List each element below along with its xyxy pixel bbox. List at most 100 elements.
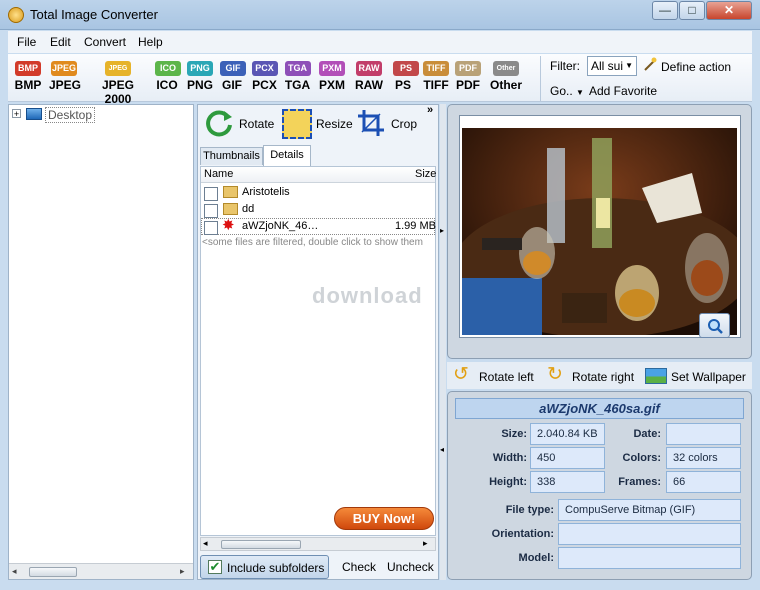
format-button-jpeg-2000[interactable]: JPEG 2000 JPEG 2000 <box>88 57 148 106</box>
filter-value: All sui <box>591 59 624 73</box>
ps-format-icon: PS <box>393 61 419 76</box>
file-name[interactable]: Aristotelis <box>242 186 290 198</box>
file-row-checkbox[interactable] <box>204 204 218 218</box>
menu-file[interactable]: File <box>17 35 36 49</box>
list-header: Name Size <box>201 167 436 183</box>
gif-format-icon: GIF <box>220 61 246 76</box>
format-label: GIF <box>222 78 242 92</box>
column-name[interactable]: Name <box>204 168 233 180</box>
splitter-arrow-icon[interactable]: ◂ <box>440 445 444 454</box>
wallpaper-icon <box>645 368 667 384</box>
orientation-label: Orientation: <box>491 528 554 540</box>
define-action-button[interactable]: Define action <box>661 60 731 74</box>
file-size: 1.99 MB <box>395 220 436 232</box>
column-size[interactable]: Size <box>415 168 436 180</box>
png-format-icon: PNG <box>187 61 213 76</box>
scroll-right-icon[interactable]: ▸ <box>423 538 428 549</box>
resize-button[interactable]: Resize <box>316 117 353 131</box>
include-subfolders-toggle[interactable]: ✔ Include subfolders <box>200 555 329 579</box>
scroll-thumb[interactable] <box>221 540 301 549</box>
pxm-format-icon: PXM <box>319 61 345 76</box>
tree-horizontal-scrollbar[interactable]: ◂ ▸ <box>9 563 193 579</box>
pane-splitter[interactable]: ▸ ◂ <box>440 104 446 580</box>
rotate-icon <box>204 108 234 138</box>
filter-label: Filter: <box>550 59 580 73</box>
format-button-other[interactable]: Other Other <box>488 57 524 92</box>
format-label: RAW <box>355 78 383 92</box>
buy-now-button[interactable]: BUY Now! <box>334 507 434 530</box>
scroll-left-icon[interactable]: ◂ <box>203 538 208 549</box>
file-name[interactable]: dd <box>242 203 254 215</box>
menu-help[interactable]: Help <box>138 35 163 49</box>
file-row-checkbox[interactable] <box>204 221 218 235</box>
format-button-tga[interactable]: TGA TGA <box>284 57 311 92</box>
file-type-label: File type: <box>505 504 554 516</box>
tree-item-desktop[interactable]: Desktop <box>45 107 96 123</box>
maximize-button[interactable]: □ <box>679 1 705 20</box>
format-label: PDF <box>456 78 480 92</box>
resize-icon <box>282 109 312 139</box>
crop-button[interactable]: Crop <box>391 117 417 131</box>
scroll-left-icon[interactable]: ◂ <box>12 566 17 577</box>
window-title: Total Image Converter <box>30 7 158 22</box>
file-row-checkbox[interactable] <box>204 187 218 201</box>
tab-details[interactable]: Details <box>263 145 311 166</box>
set-wallpaper-button[interactable]: Set Wallpaper <box>671 370 746 384</box>
format-button-bmp[interactable]: BMP BMP <box>14 57 42 92</box>
pcx-format-icon: PCX <box>251 61 278 76</box>
format-button-tiff[interactable]: TIFF TIFF <box>421 57 451 92</box>
file-type-value: CompuServe Bitmap (GIF) <box>558 499 741 521</box>
format-button-ico[interactable]: ICO ICO <box>155 57 181 92</box>
rotate-right-button[interactable]: Rotate right <box>572 370 634 384</box>
format-button-gif[interactable]: GIF GIF <box>220 57 246 92</box>
filtered-note[interactable]: <some files are filtered, double click t… <box>202 237 435 251</box>
add-favorite-button[interactable]: Add Favorite <box>589 84 657 98</box>
colors-value: 32 colors <box>666 447 741 469</box>
go-menu[interactable]: Go.. ▼ <box>550 84 584 98</box>
jpeg-2000-format-icon: JPEG 2000 <box>105 61 131 87</box>
more-actions-chevron-icon[interactable]: » <box>427 104 433 116</box>
rotate-left-button[interactable]: Rotate left <box>479 370 534 384</box>
tga-format-icon: TGA <box>284 61 311 76</box>
format-button-pcx[interactable]: PCX PCX <box>251 57 278 92</box>
format-button-ps[interactable]: PS PS <box>393 57 419 92</box>
height-value: 338 <box>530 471 605 493</box>
uncheck-button[interactable]: Uncheck <box>387 560 434 574</box>
width-value: 450 <box>530 447 605 469</box>
splitter-arrow-icon[interactable]: ▸ <box>440 226 444 235</box>
format-button-pdf[interactable]: PDF PDF <box>455 57 481 92</box>
menu-convert[interactable]: Convert <box>84 35 126 49</box>
jpeg-format-icon: JPEG <box>51 61 77 76</box>
format-label: BMP <box>14 78 42 92</box>
file-name[interactable]: aWZjoNK_46… <box>242 220 318 232</box>
scroll-thumb[interactable] <box>29 567 77 577</box>
folder-tree[interactable] <box>8 104 194 580</box>
format-button-pxm[interactable]: PXM PXM <box>318 57 346 92</box>
colors-label: Colors: <box>622 452 662 464</box>
rotate-right-icon: ↻ <box>547 364 563 385</box>
check-button[interactable]: Check <box>342 560 376 574</box>
close-button[interactable]: ✕ <box>706 1 752 20</box>
bmp-format-icon: BMP <box>15 61 41 76</box>
crop-icon <box>356 108 386 138</box>
format-button-raw[interactable]: RAW RAW <box>355 57 383 92</box>
rotate-button[interactable]: Rotate <box>239 117 274 131</box>
tiff-format-icon: TIFF <box>423 61 449 76</box>
menu-edit[interactable]: Edit <box>50 35 71 49</box>
minimize-button[interactable]: — <box>652 1 678 20</box>
frames-value: 66 <box>666 471 741 493</box>
zoom-button[interactable] <box>699 313 730 338</box>
format-button-jpeg[interactable]: JPEG JPEG <box>49 57 81 92</box>
include-subfolders-label: Include subfolders <box>227 561 325 575</box>
format-button-png[interactable]: PNG PNG <box>186 57 214 92</box>
format-label: TGA <box>284 78 311 92</box>
desktop-icon <box>26 108 42 120</box>
ico-format-icon: ICO <box>155 61 181 76</box>
tab-thumbnails[interactable]: Thumbnails <box>200 147 263 165</box>
filter-select[interactable]: All sui ▼ <box>587 56 637 76</box>
checkmark-icon: ✔ <box>208 559 222 574</box>
list-horizontal-scrollbar[interactable]: ◂ ▸ <box>200 537 436 551</box>
scroll-right-icon[interactable]: ▸ <box>180 566 185 577</box>
format-label: PCX <box>252 78 277 92</box>
expand-toggle[interactable]: + <box>12 109 21 119</box>
